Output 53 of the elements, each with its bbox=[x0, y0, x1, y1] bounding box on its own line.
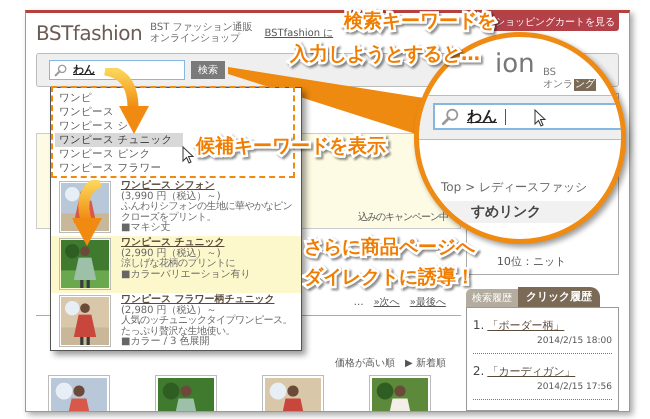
logo[interactable]: BSTfashion bbox=[36, 18, 142, 48]
suggestion-item[interactable]: ワンピース bbox=[55, 105, 183, 119]
search-icon bbox=[441, 108, 459, 126]
result-title[interactable]: ワンピース フラワー柄チュニック bbox=[121, 295, 293, 306]
zoomed-search-field[interactable]: わん bbox=[433, 103, 621, 130]
cursor-icon bbox=[534, 109, 546, 127]
search-icon bbox=[54, 64, 67, 76]
result-title[interactable]: ワンピース チュニック bbox=[121, 238, 250, 248]
result-row[interactable]: ワンピース チュニック (2,990 円（税込）～) 涼しげな花柄のプリントに ■カラーバリエーション有り bbox=[51, 236, 301, 293]
tagline: オンラインショップ bbox=[150, 33, 242, 44]
zoomed-logo: ion bbox=[495, 49, 535, 79]
zoomed-tagline: BS bbox=[543, 67, 558, 79]
result-price: (2,980 円（税込）～ bbox=[121, 306, 218, 316]
zoomed-tagline: オンラ bbox=[543, 79, 573, 91]
history-index: 1. bbox=[472, 317, 484, 334]
result-row[interactable]: ワンピース フラワー柄チュニック (2,980 円（税込）～ 人気のッチュニックタイプワンピース。たっぷり贅沢な生地使い。 ■カラー / 3 色展開 bbox=[51, 293, 301, 350]
result-title[interactable]: ワンピース シフォン bbox=[121, 181, 293, 192]
result-price: (2,990 円（税込）～) bbox=[121, 248, 222, 258]
suggestion-item[interactable]: ワンピ bbox=[55, 91, 183, 105]
callout-text: ダイレクトに誘導！ bbox=[304, 268, 475, 287]
result-description: 涼しげな花柄のプリントに bbox=[121, 259, 236, 269]
history-time: 2014/2/15 17:56 bbox=[537, 380, 612, 394]
result-price: (3,990 円（税込）～) bbox=[121, 192, 221, 202]
tagline: BST ファッション通販 bbox=[150, 22, 252, 33]
sort-link[interactable]: 価格が高い順 bbox=[334, 356, 395, 371]
result-note: ■マキシ丈 bbox=[121, 223, 172, 234]
text-caret bbox=[505, 108, 506, 124]
history-link[interactable]: 「カーディガン」 bbox=[487, 364, 576, 380]
result-note: ■カラーバリエーション有り bbox=[121, 270, 250, 280]
history-link[interactable]: 「ボーダー柄」 bbox=[487, 318, 564, 334]
pagination-link[interactable]: »最後へ bbox=[410, 295, 446, 310]
callout-text: さらに商品ページへ bbox=[304, 238, 475, 257]
campaign-text: 込みのキャンペーン中 bbox=[358, 210, 448, 225]
pagination-link[interactable]: … bbox=[354, 295, 364, 310]
history-tab[interactable]: クリック履歴 bbox=[518, 287, 600, 307]
suggestion-item[interactable]: ワンピース フラワー bbox=[55, 161, 183, 175]
cursor-icon bbox=[182, 146, 194, 164]
pagination-link[interactable]: »次へ bbox=[374, 295, 400, 310]
section-heading: すめリンク bbox=[471, 204, 541, 220]
history-index: 2. bbox=[472, 363, 484, 380]
result-note: ■カラー / 3 色展開 bbox=[121, 337, 211, 348]
sort-link[interactable]: ▶ 新着順 bbox=[404, 356, 446, 371]
breadcrumb: Top > レディースファッシ bbox=[441, 180, 587, 195]
history-time: 2014/2/15 18:00 bbox=[537, 334, 612, 348]
about-link[interactable]: BSTfashion に bbox=[264, 26, 334, 40]
result-description: 人気のッチュニックタイプワンピース。たっぷり贅沢な生地使い。 bbox=[121, 316, 293, 336]
suggestion-item[interactable]: ワンピース ピンク bbox=[55, 147, 183, 161]
result-row[interactable]: ワンピース シフォン (3,990 円（税込）～) ふんわりシフォンの生地に華やかなピンクローズをプリント。 ■マキシ丈 bbox=[51, 179, 301, 236]
suggestion-item[interactable]: ワンピース チュニック bbox=[55, 133, 183, 147]
suggestion-item[interactable]: ワンピース シ bbox=[55, 119, 183, 133]
search-button[interactable]: 検索 bbox=[191, 61, 225, 79]
result-description: ふんわりシフォンの生地に華やかなピンクローズをプリント。 bbox=[121, 202, 293, 222]
search-field[interactable]: わん bbox=[49, 60, 185, 80]
